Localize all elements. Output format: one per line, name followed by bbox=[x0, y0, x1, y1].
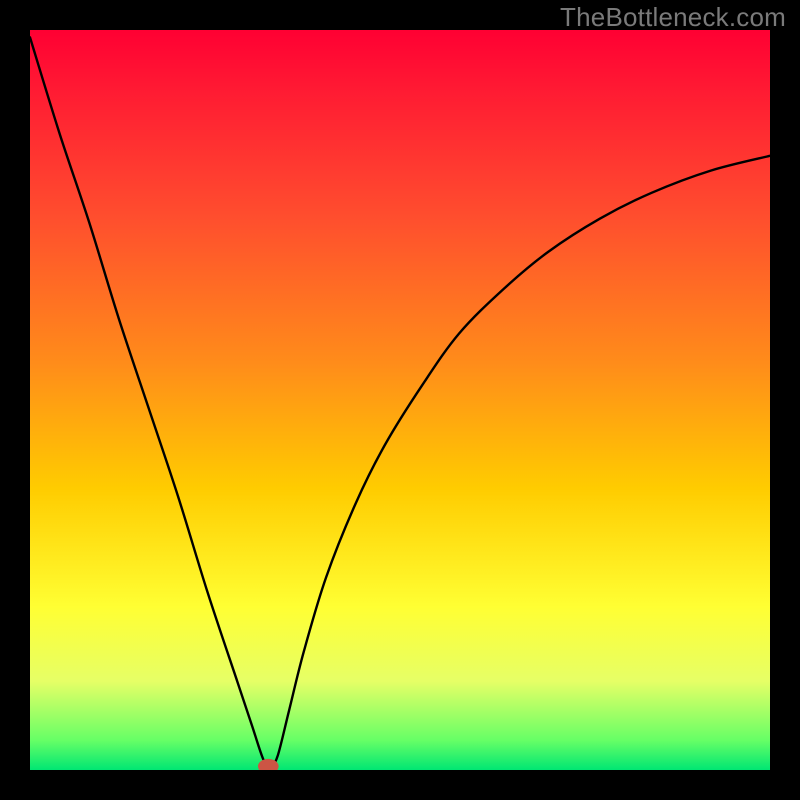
plot-area bbox=[30, 30, 770, 770]
watermark-text: TheBottleneck.com bbox=[560, 2, 786, 33]
chart-svg bbox=[30, 30, 770, 770]
curve-left-branch bbox=[30, 37, 271, 770]
chart-frame: TheBottleneck.com bbox=[0, 0, 800, 800]
curve-right-branch bbox=[271, 156, 771, 770]
